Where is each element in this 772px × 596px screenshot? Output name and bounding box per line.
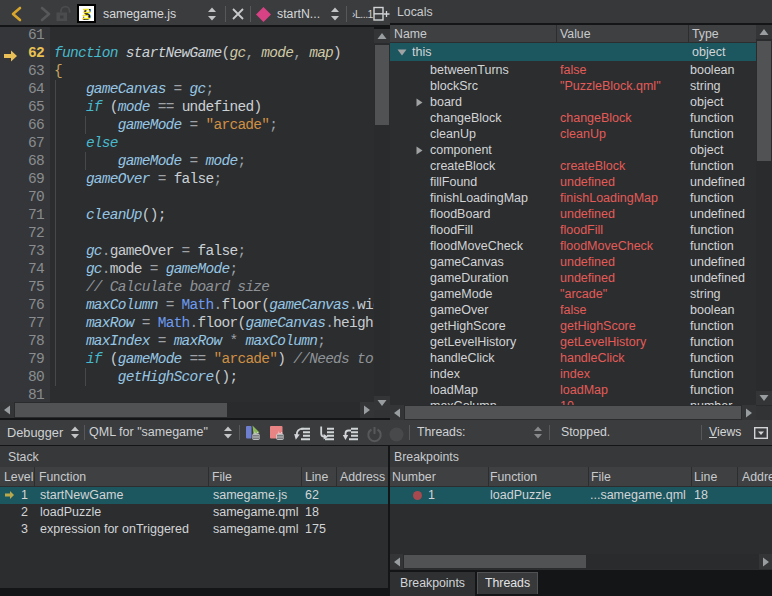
svg-text:S: S [83, 6, 92, 23]
